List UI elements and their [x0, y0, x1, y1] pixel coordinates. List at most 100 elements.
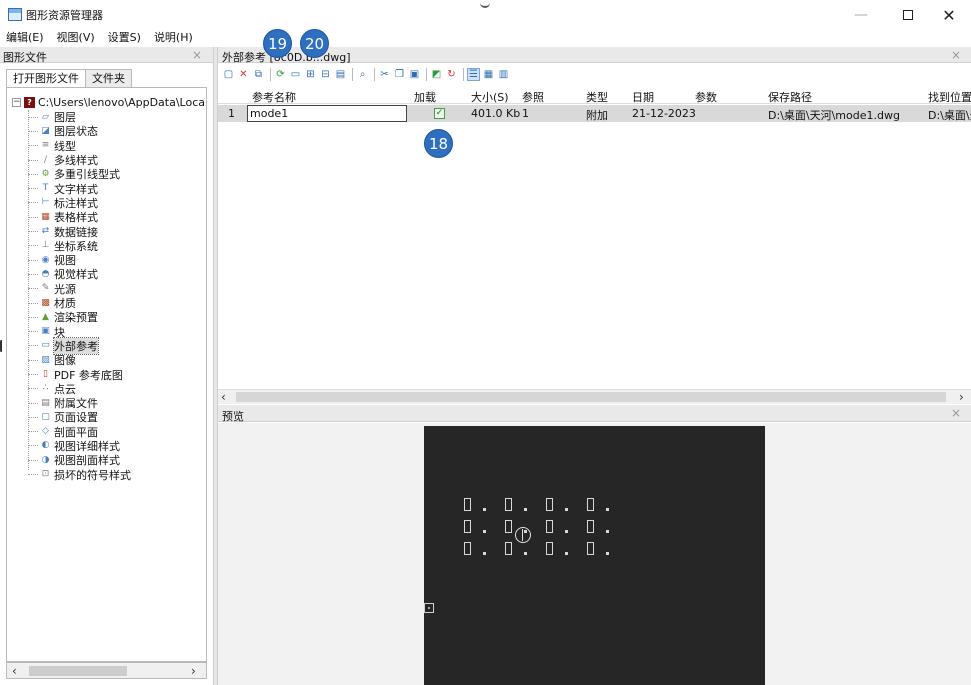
tree-item[interactable]: ▯ PDF 参考底图 [25, 367, 206, 382]
tree-item[interactable]: ◇ 剖面平面 [25, 425, 206, 439]
tree-item[interactable]: ◐ 视图详细样式 [25, 439, 206, 453]
tree-item[interactable]: ▨ 图像 [25, 353, 206, 367]
preview-canvas [424, 426, 765, 685]
drawing-rect [587, 520, 594, 533]
row-name-cell[interactable]: mode1 [247, 105, 407, 122]
detach-icon[interactable]: ⊟ [319, 68, 332, 81]
tree-connector [28, 416, 38, 418]
close-button[interactable]: ✕ [934, 4, 964, 26]
tree-connector [28, 302, 38, 304]
row-date: 21-12-2023 [632, 107, 696, 120]
drawing-dot [565, 552, 568, 555]
col-loaded[interactable]: 加载 [414, 89, 436, 105]
tree-root[interactable]: − ? C:\Users\lenovo\AppData\Local\T [12, 96, 206, 109]
tree-connector [28, 259, 38, 261]
tree-item[interactable]: ▢ 页面设置 [25, 410, 206, 424]
scroll-left-icon[interactable]: ‹ [12, 664, 17, 678]
tree-item[interactable]: ▩ 材质 [25, 296, 206, 310]
menu-help[interactable]: 说明(H) [148, 30, 200, 46]
scroll-thumb[interactable] [236, 392, 946, 402]
scroll-right-icon[interactable]: › [959, 390, 964, 404]
tree-item[interactable]: ⊥ 坐标系统 [25, 239, 206, 253]
scroll-left-icon[interactable]: ‹ [221, 390, 226, 404]
loaded-checkbox[interactable]: ✓ [434, 108, 445, 119]
menu-settings[interactable]: 设置S) [102, 30, 148, 46]
tree-connector [28, 202, 38, 204]
tree-item[interactable]: ∴ 点云 [25, 382, 206, 396]
preview-panel-close-button[interactable]: × [951, 406, 961, 420]
copy-icon[interactable]: ❐ [393, 68, 406, 81]
tree-item[interactable]: T 文字样式 [25, 181, 206, 196]
paste-icon[interactable]: ▣ [408, 68, 421, 81]
tree-connector [28, 231, 38, 233]
maximize-button[interactable] [893, 4, 923, 26]
sync-icon[interactable]: ↻ [445, 68, 458, 81]
col-size[interactable]: 大小(S) [471, 89, 509, 105]
row-saved-path: D:\桌面\天河\mode1.dwg [768, 109, 900, 122]
tree-horizontal-scrollbar[interactable]: ‹ › [6, 662, 207, 679]
tab-folders[interactable]: 文件夹 [85, 69, 132, 88]
edge-marker [0, 340, 3, 352]
row-name: mode1 [250, 107, 289, 120]
page-setup-icon: ▢ [41, 411, 50, 422]
minimize-button[interactable]: — [846, 4, 876, 26]
tree-item[interactable]: ◪ 图层状态 [25, 124, 206, 138]
annotation-badge-20: 20 [300, 29, 329, 58]
col-found-at[interactable]: 找到位置 [928, 89, 971, 105]
col-type[interactable]: 类型 [586, 89, 608, 105]
table-horizontal-scrollbar[interactable]: ‹ › [218, 389, 971, 404]
list-view-icon[interactable]: ☰ [467, 67, 480, 81]
collapse-icon[interactable]: − [12, 98, 21, 107]
tree-item[interactable]: ▭ 外部参考 [25, 336, 206, 355]
tree-item[interactable]: ◑ 视图剖面样式 [25, 453, 206, 467]
tree-item[interactable]: ∕ 多线样式 [25, 153, 206, 167]
drawing-files-panel-header: 图形文件 × [0, 47, 213, 64]
tree-item[interactable]: ▣ 块 [25, 324, 206, 339]
col-params[interactable]: 参数 [695, 89, 717, 105]
tree-item[interactable]: ▲ 渲染预置 [25, 310, 206, 324]
tree-item[interactable]: ⊢ 标注样式 [25, 196, 206, 210]
scroll-right-icon[interactable]: › [191, 664, 196, 678]
tree-connector [28, 145, 38, 147]
grid-view-icon[interactable]: ▦ [482, 68, 495, 81]
toolbar-separator [270, 67, 271, 81]
ucs-icon: ⊥ [41, 240, 50, 251]
tree-item[interactable]: ⚙ 多重引线型式 [25, 167, 206, 181]
copy-file-icon[interactable]: ⧉ [252, 68, 265, 81]
tree-item[interactable]: ◓ 视觉样式 [25, 267, 206, 281]
menu-view[interactable]: 视图(V) [51, 30, 102, 46]
tree-item[interactable]: ⊡ 损坏的符号样式 [25, 467, 206, 482]
cut-icon[interactable]: ✂ [378, 68, 391, 81]
menu-bar: 编辑(E) 视图(V) 设置S) 说明(H) [0, 30, 971, 46]
tree-item[interactable]: ✎ 光源 [25, 282, 206, 296]
scroll-thumb[interactable] [29, 666, 127, 676]
tree-view-icon[interactable]: ▥ [497, 68, 510, 81]
tree-item[interactable]: ▤ 附属文件 [25, 396, 206, 410]
tree-item[interactable]: ▱ 图层 [25, 110, 206, 124]
xref-panel-close-button[interactable]: × [951, 48, 961, 62]
tree-item[interactable]: ⇄ 数据链接 [25, 224, 206, 239]
tree-connector [28, 388, 38, 390]
menu-edit[interactable]: 编辑(E) [0, 30, 51, 46]
reload-icon[interactable]: ⟳ [274, 68, 287, 81]
find-icon[interactable]: ⌕ [356, 68, 369, 81]
col-saved-path[interactable]: 保存路径 [768, 89, 812, 105]
bind-icon[interactable]: ⊞ [304, 68, 317, 81]
tree-item[interactable]: ≡ 线型 [25, 139, 206, 153]
new-icon[interactable]: ▢ [222, 68, 235, 81]
drawing-dot [483, 530, 486, 533]
col-date[interactable]: 日期 [632, 89, 654, 105]
col-ref-name[interactable]: 参考名称 [252, 89, 296, 105]
xref-icon: ▭ [41, 340, 50, 351]
refresh-icon[interactable]: ◩ [430, 68, 443, 81]
tree-item[interactable]: ◉ 视图 [25, 253, 206, 267]
tree-item[interactable]: ▦ 表格样式 [25, 210, 206, 224]
open-icon[interactable]: ▤ [334, 68, 347, 81]
col-refs[interactable]: 参照 [522, 89, 544, 105]
unload-icon[interactable]: ▭ [289, 68, 302, 81]
delete-icon[interactable]: ✕ [237, 68, 250, 81]
panel-close-button[interactable]: × [192, 48, 202, 62]
tree-connector [28, 345, 38, 347]
tab-open-drawings[interactable]: 打开图形文件 [6, 69, 86, 88]
table-row[interactable]: 1 mode1 ✓ 401.0 Kb 1 附加 21-12-2023 D:\桌面… [218, 105, 971, 122]
